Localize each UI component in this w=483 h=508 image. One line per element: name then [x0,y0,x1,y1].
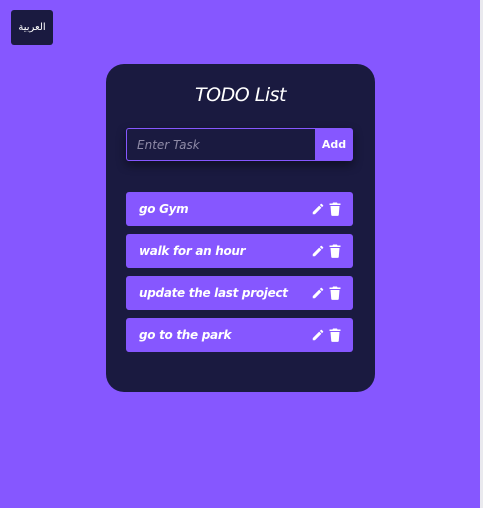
todo-item: walk for an hour [126,234,353,268]
trash-icon[interactable] [329,328,341,342]
app-title: TODO List [195,84,286,106]
pencil-icon[interactable] [311,244,325,258]
pencil-icon[interactable] [311,202,325,216]
task-input-row: Add [126,128,353,161]
trash-icon[interactable] [329,244,341,258]
todo-list: go Gym walk for an hour update the last … [126,192,353,360]
task-input[interactable] [126,128,315,161]
add-task-button[interactable]: Add [315,128,353,161]
todo-item: update the last project [126,276,353,310]
todo-text: walk for an hour [139,244,246,258]
todo-text: update the last project [139,286,288,300]
trash-icon[interactable] [329,286,341,300]
todo-text: go to the park [139,328,232,342]
todo-card: TODO List Add go Gym walk for an hour up… [106,64,375,392]
pencil-icon[interactable] [311,286,325,300]
trash-icon[interactable] [329,202,341,216]
language-toggle-button[interactable]: العربية [11,10,53,45]
todo-item: go to the park [126,318,353,352]
todo-text: go Gym [139,202,189,216]
todo-item: go Gym [126,192,353,226]
pencil-icon[interactable] [311,328,325,342]
